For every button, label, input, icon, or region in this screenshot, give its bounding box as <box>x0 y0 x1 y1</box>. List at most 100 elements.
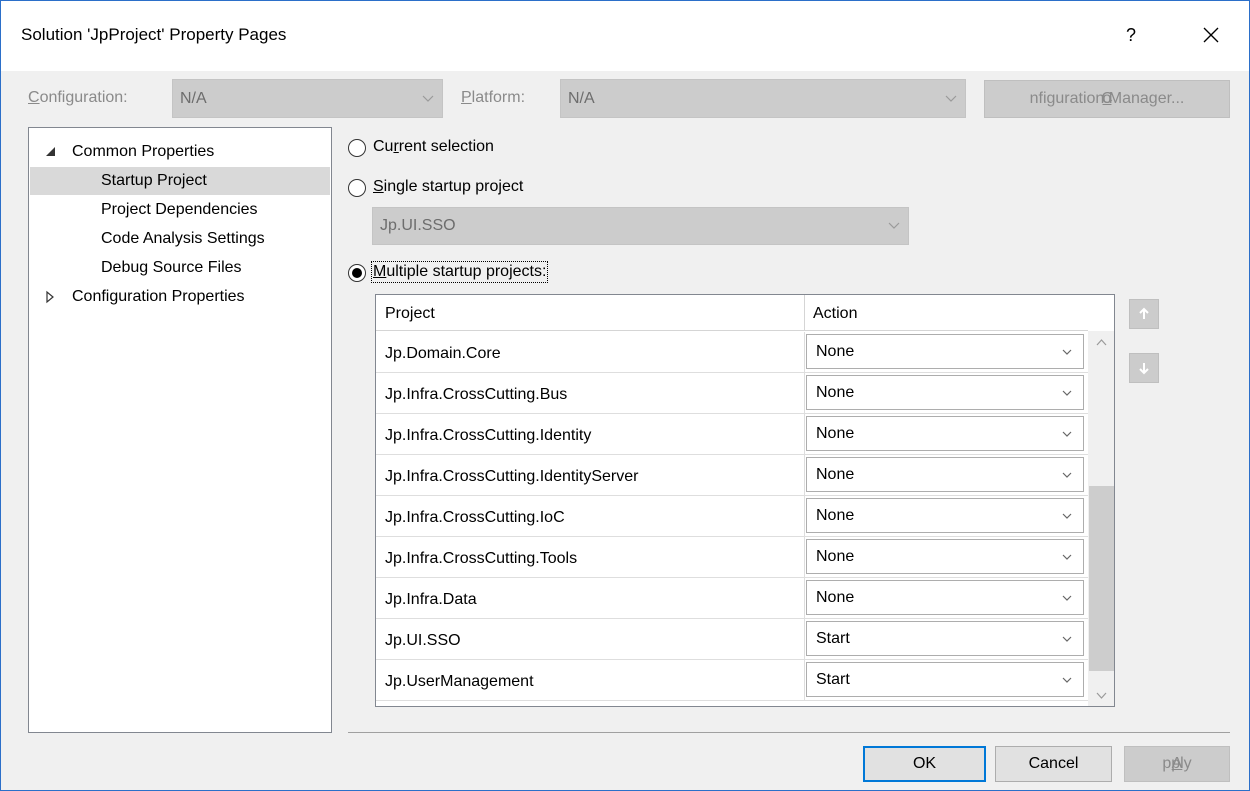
apply-button[interactable]: Apply <box>1124 746 1230 782</box>
ok-button[interactable]: OK <box>863 746 986 782</box>
platform-value: N/A <box>568 89 595 107</box>
cell-separator <box>804 537 805 578</box>
chevron-down-icon <box>1062 595 1072 601</box>
header-action[interactable]: Action <box>804 295 1088 331</box>
cell-separator <box>804 455 805 496</box>
chevron-up-icon <box>1096 339 1107 346</box>
close-icon <box>1203 27 1219 43</box>
action-value: None <box>816 588 855 606</box>
cell-separator <box>804 660 805 701</box>
tree-item-project-dependencies[interactable]: Project Dependencies <box>30 196 330 224</box>
table-row[interactable]: Jp.Infra.CrossCutting.IoC None <box>376 496 1088 537</box>
startup-projects-grid: Project Action Jp.Domain.Core None Jp.In… <box>375 294 1115 707</box>
collapsed-triangle-icon <box>46 290 54 304</box>
close-button[interactable] <box>1189 13 1233 57</box>
action-select[interactable]: Start <box>806 662 1084 697</box>
table-row[interactable]: Jp.UserManagement Start <box>376 660 1088 701</box>
action-select[interactable]: None <box>806 580 1084 615</box>
configuration-value: N/A <box>180 89 207 107</box>
property-pages-dialog: Solution 'JpProject' Property Pages ? Co… <box>0 0 1250 791</box>
table-row[interactable]: Jp.Domain.Core None <box>376 332 1088 373</box>
single-startup-label[interactable]: Single startup project <box>373 178 523 196</box>
tree-item-code-analysis-settings[interactable]: Code Analysis Settings <box>30 225 330 253</box>
project-name: Jp.UI.SSO <box>385 632 461 649</box>
action-value: Start <box>816 670 850 688</box>
action-select[interactable]: None <box>806 375 1084 410</box>
table-row[interactable]: Jp.Infra.CrossCutting.Bus None <box>376 373 1088 414</box>
cancel-button[interactable]: Cancel <box>995 746 1112 782</box>
tree-item-debug-source-files[interactable]: Debug Source Files <box>30 254 330 282</box>
action-select[interactable]: None <box>806 457 1084 492</box>
single-startup-radio[interactable] <box>348 179 366 197</box>
action-select[interactable]: None <box>806 416 1084 451</box>
action-select[interactable]: None <box>806 498 1084 533</box>
move-up-button[interactable] <box>1129 299 1159 329</box>
single-startup-combo[interactable]: Jp.UI.SSO <box>372 207 909 245</box>
action-value: Start <box>816 629 850 647</box>
header-project[interactable]: Project <box>376 295 804 331</box>
title-bar: Solution 'JpProject' Property Pages ? <box>1 1 1249 71</box>
tree-item-common-properties[interactable]: Common Properties <box>30 138 330 166</box>
cell-separator <box>804 414 805 455</box>
single-startup-value: Jp.UI.SSO <box>380 217 456 234</box>
project-name: Jp.Domain.Core <box>385 345 501 362</box>
chevron-down-icon <box>945 95 957 102</box>
project-name: Jp.Infra.CrossCutting.Tools <box>385 550 578 567</box>
action-value: None <box>816 506 855 524</box>
configuration-combo[interactable]: N/A <box>172 79 443 118</box>
multiple-startup-label[interactable]: Multiple startup projects: <box>370 261 549 283</box>
cell-separator <box>804 578 805 619</box>
table-row[interactable]: Jp.Infra.Data None <box>376 578 1088 619</box>
project-name: Jp.Infra.CrossCutting.IdentityServer <box>385 468 639 485</box>
chevron-down-icon <box>1062 390 1072 396</box>
platform-label: Platform: <box>461 89 526 106</box>
chevron-down-icon <box>888 222 900 229</box>
action-select[interactable]: None <box>806 334 1084 369</box>
scroll-up-button[interactable] <box>1088 331 1114 355</box>
project-name: Jp.Infra.CrossCutting.IoC <box>385 509 565 526</box>
current-selection-radio[interactable] <box>348 139 366 157</box>
action-value: None <box>816 342 855 360</box>
platform-combo[interactable]: N/A <box>560 79 966 118</box>
table-row[interactable]: Jp.Infra.CrossCutting.IdentityServer Non… <box>376 455 1088 496</box>
configuration-label: Configuration: <box>28 89 128 106</box>
chevron-down-icon <box>1062 431 1072 437</box>
help-button[interactable]: ? <box>1109 13 1153 57</box>
configuration-manager-button[interactable]: Co nfiguration Manager... <box>984 80 1230 118</box>
footer-divider <box>348 732 1230 733</box>
chevron-down-icon <box>1062 636 1072 642</box>
project-name: Jp.UserManagement <box>385 673 534 690</box>
scroll-down-button[interactable] <box>1088 683 1114 706</box>
chevron-down-icon <box>1062 677 1072 683</box>
grid-scrollbar[interactable] <box>1088 331 1114 706</box>
scroll-thumb[interactable] <box>1089 486 1114 671</box>
action-select[interactable]: Start <box>806 621 1084 656</box>
chevron-down-icon <box>422 95 434 102</box>
grid-header: Project Action <box>376 295 1088 331</box>
arrow-down-icon <box>1139 363 1149 375</box>
tree-item-startup-project[interactable]: Startup Project <box>30 167 330 195</box>
cell-separator <box>804 496 805 537</box>
project-name: Jp.Infra.CrossCutting.Identity <box>385 427 592 444</box>
radio-dot <box>352 268 362 278</box>
chevron-down-icon <box>1062 472 1072 478</box>
cell-separator <box>804 332 805 373</box>
move-down-button[interactable] <box>1129 353 1159 383</box>
cell-separator <box>804 373 805 414</box>
project-name: Jp.Infra.Data <box>385 591 477 608</box>
current-selection-label[interactable]: Current selection <box>373 138 494 156</box>
project-name: Jp.Infra.CrossCutting.Bus <box>385 386 568 403</box>
cell-separator <box>804 619 805 660</box>
action-value: None <box>816 465 855 483</box>
window-title: Solution 'JpProject' Property Pages <box>21 25 287 44</box>
action-select[interactable]: None <box>806 539 1084 574</box>
property-tree: Common Properties Startup Project Projec… <box>28 127 332 733</box>
multiple-startup-radio[interactable] <box>348 264 366 282</box>
table-row[interactable]: Jp.UI.SSO Start <box>376 619 1088 660</box>
table-row[interactable]: Jp.Infra.CrossCutting.Identity None <box>376 414 1088 455</box>
tree-item-configuration-properties[interactable]: Configuration Properties <box>30 283 330 311</box>
action-value: None <box>816 383 855 401</box>
expanded-triangle-icon <box>46 147 55 156</box>
chevron-down-icon <box>1096 692 1107 699</box>
table-row[interactable]: Jp.Infra.CrossCutting.Tools None <box>376 537 1088 578</box>
